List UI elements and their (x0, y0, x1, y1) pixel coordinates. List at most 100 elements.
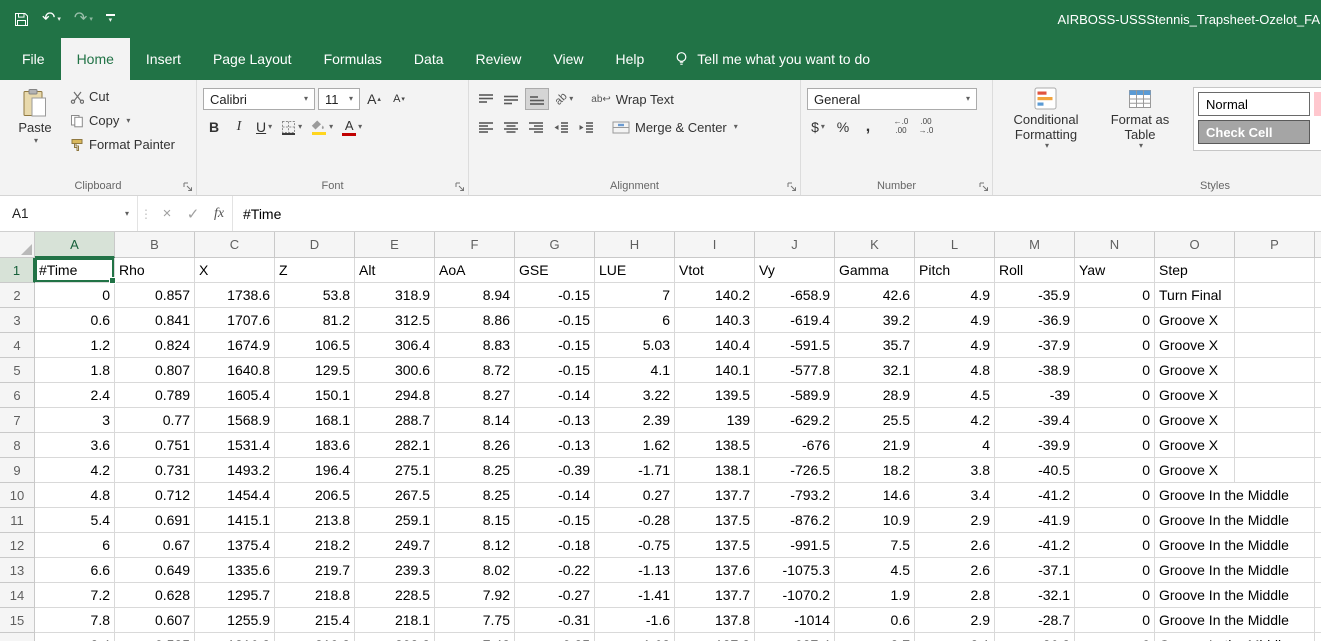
cell-H6[interactable]: 3.22 (595, 383, 675, 408)
cell-D2[interactable]: 53.8 (275, 283, 355, 308)
cell-I12[interactable]: 137.5 (675, 533, 755, 558)
cell-A2[interactable]: 0 (35, 283, 115, 308)
row-header-16[interactable]: 16 (0, 633, 35, 641)
underline-button[interactable]: U ▾ (253, 116, 275, 138)
cell-M9[interactable]: -40.5 (995, 458, 1075, 483)
tab-data[interactable]: Data (398, 38, 460, 80)
cell-D10[interactable]: 206.5 (275, 483, 355, 508)
cell-filler[interactable] (1315, 408, 1321, 433)
cell-A12[interactable]: 6 (35, 533, 115, 558)
cell-G3[interactable]: -0.15 (515, 308, 595, 333)
cell-O8[interactable]: Groove X (1155, 433, 1235, 458)
cell-M7[interactable]: -39.4 (995, 408, 1075, 433)
cell-I2[interactable]: 140.2 (675, 283, 755, 308)
row-header-2[interactable]: 2 (0, 283, 35, 308)
row-header-7[interactable]: 7 (0, 408, 35, 433)
cell-N9[interactable]: 0 (1075, 458, 1155, 483)
cell-filler[interactable] (1315, 558, 1321, 583)
cell-F2[interactable]: 8.94 (435, 283, 515, 308)
cell-D13[interactable]: 219.7 (275, 558, 355, 583)
cell-B5[interactable]: 0.807 (115, 358, 195, 383)
decrease-font-size-button[interactable]: A▾ (388, 88, 410, 110)
cell-H5[interactable]: 4.1 (595, 358, 675, 383)
cell-D11[interactable]: 213.8 (275, 508, 355, 533)
cell-filler[interactable] (1315, 383, 1321, 408)
tab-help[interactable]: Help (600, 38, 661, 80)
cell-I13[interactable]: 137.6 (675, 558, 755, 583)
clipboard-dialog-launcher[interactable] (183, 182, 193, 192)
cell-B4[interactable]: 0.824 (115, 333, 195, 358)
select-all-corner[interactable] (0, 232, 35, 258)
cell-C11[interactable]: 1415.1 (195, 508, 275, 533)
cell-J9[interactable]: -726.5 (755, 458, 835, 483)
row-header-14[interactable]: 14 (0, 583, 35, 608)
cell-F16[interactable]: 7.43 (435, 633, 515, 641)
cell-E10[interactable]: 267.5 (355, 483, 435, 508)
row-header-9[interactable]: 9 (0, 458, 35, 483)
column-header-P[interactable]: P (1235, 232, 1315, 258)
align-top-button[interactable] (475, 88, 497, 110)
enter-button[interactable]: ✓ (180, 196, 206, 231)
cell-N13[interactable]: 0 (1075, 558, 1155, 583)
cut-button[interactable]: Cut (66, 85, 179, 108)
cell-N2[interactable]: 0 (1075, 283, 1155, 308)
cell-filler[interactable] (1315, 458, 1321, 483)
row-header-11[interactable]: 11 (0, 508, 35, 533)
cell-C10[interactable]: 1454.4 (195, 483, 275, 508)
cell-I7[interactable]: 139 (675, 408, 755, 433)
cell-N11[interactable]: 0 (1075, 508, 1155, 533)
cell-O1[interactable]: Step (1155, 258, 1235, 283)
cell-H3[interactable]: 6 (595, 308, 675, 333)
cell-N16[interactable]: 0 (1075, 633, 1155, 641)
style-check-cell[interactable]: Check Cell (1198, 120, 1310, 144)
cell-N3[interactable]: 0 (1075, 308, 1155, 333)
cell-L7[interactable]: 4.2 (915, 408, 995, 433)
row-header-5[interactable]: 5 (0, 358, 35, 383)
cell-B6[interactable]: 0.789 (115, 383, 195, 408)
paste-button[interactable]: Paste ▾ (6, 85, 64, 177)
save-button[interactable] (14, 12, 29, 27)
comma-style-button[interactable]: , (857, 116, 879, 138)
row-header-1[interactable]: 1 (0, 258, 35, 283)
column-header-H[interactable]: H (595, 232, 675, 258)
cell-M16[interactable]: -26.2 (995, 633, 1075, 641)
row-header-4[interactable]: 4 (0, 333, 35, 358)
cell-K2[interactable]: 42.6 (835, 283, 915, 308)
cell-F11[interactable]: 8.15 (435, 508, 515, 533)
cell-F14[interactable]: 7.92 (435, 583, 515, 608)
increase-decimal-button[interactable]: ←.0.00 (890, 116, 912, 138)
cell-O14[interactable]: Groove In the Middle (1155, 583, 1235, 608)
cell-B15[interactable]: 0.607 (115, 608, 195, 633)
cell-K16[interactable]: 2.7 (835, 633, 915, 641)
cell-B14[interactable]: 0.628 (115, 583, 195, 608)
column-header-C[interactable]: C (195, 232, 275, 258)
cell-G11[interactable]: -0.15 (515, 508, 595, 533)
column-header-O[interactable]: O (1155, 232, 1235, 258)
cell-K9[interactable]: 18.2 (835, 458, 915, 483)
cell-H1[interactable]: LUE (595, 258, 675, 283)
formula-input[interactable]: #Time (232, 196, 1321, 231)
cell-O4[interactable]: Groove X (1155, 333, 1235, 358)
cell-L13[interactable]: 2.6 (915, 558, 995, 583)
cell-C14[interactable]: 1295.7 (195, 583, 275, 608)
cell-M10[interactable]: -41.2 (995, 483, 1075, 508)
copy-button[interactable]: Copy ▾ (66, 109, 179, 132)
cell-A14[interactable]: 7.2 (35, 583, 115, 608)
column-header-M[interactable]: M (995, 232, 1075, 258)
cell-P5[interactable] (1235, 358, 1315, 383)
cell-F7[interactable]: 8.14 (435, 408, 515, 433)
cell-J5[interactable]: -577.8 (755, 358, 835, 383)
cell-filler[interactable] (1315, 308, 1321, 333)
cell-A8[interactable]: 3.6 (35, 433, 115, 458)
cell-I15[interactable]: 137.8 (675, 608, 755, 633)
cell-G9[interactable]: -0.39 (515, 458, 595, 483)
cell-G14[interactable]: -0.27 (515, 583, 595, 608)
cell-H4[interactable]: 5.03 (595, 333, 675, 358)
cell-G8[interactable]: -0.13 (515, 433, 595, 458)
cell-K6[interactable]: 28.9 (835, 383, 915, 408)
cell-H7[interactable]: 2.39 (595, 408, 675, 433)
cell-H12[interactable]: -0.75 (595, 533, 675, 558)
format-as-table-button[interactable]: Format as Table ▾ (1093, 85, 1187, 177)
cell-K11[interactable]: 10.9 (835, 508, 915, 533)
cell-B9[interactable]: 0.731 (115, 458, 195, 483)
